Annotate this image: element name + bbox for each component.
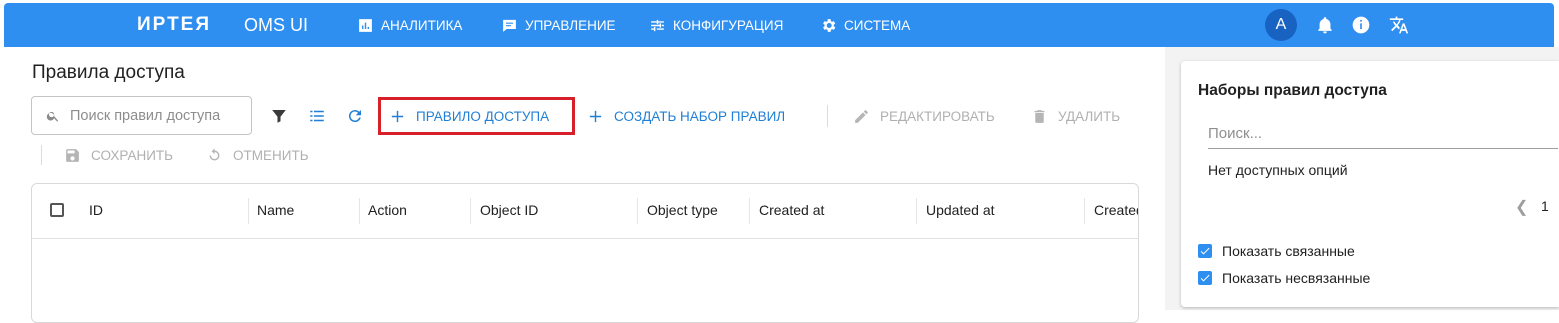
toolbar-divider-2 [41, 145, 42, 165]
toolbar-divider [827, 105, 828, 127]
show-unlinked-option[interactable]: Показать несвязанные [1198, 270, 1370, 286]
create-rule-set-button[interactable]: СОЗДАТЬ НАБОР ПРАВИЛ [587, 108, 785, 125]
gear-icon [823, 19, 836, 32]
column-separator [248, 198, 249, 224]
analytics-icon [359, 19, 372, 32]
plus-icon [589, 110, 602, 123]
management-icon [503, 19, 516, 32]
configuration-icon [651, 19, 664, 32]
show-unlinked-label: Показать несвязанные [1222, 270, 1371, 286]
nav-analytics-label: АНАЛИТИКА [381, 18, 463, 33]
cancel-label: ОТМЕНИТЬ [233, 148, 309, 163]
chevron-left-icon[interactable]: ❮ [1515, 197, 1528, 217]
brand-logo[interactable]: ИРТЕЯ [137, 14, 211, 36]
nav-system-label: СИСТЕМА [844, 18, 911, 33]
column-header-name[interactable]: Name [257, 202, 294, 218]
column-header-created-at[interactable]: Created at [759, 202, 824, 218]
cancel-button[interactable]: ОТМЕНИТЬ [206, 147, 309, 164]
column-header-object-type[interactable]: Object type [647, 202, 718, 218]
checkmark-icon [1200, 247, 1210, 255]
info-icon[interactable] [1351, 15, 1371, 35]
search-input[interactable] [68, 106, 232, 125]
notifications-bell-icon[interactable] [1315, 15, 1335, 35]
save-label: СОХРАНИТЬ [91, 148, 174, 163]
undo-icon [209, 148, 220, 161]
column-header-id[interactable]: ID [89, 202, 103, 218]
column-separator [1084, 198, 1085, 224]
page-title: Правила доступа [32, 62, 185, 83]
column-separator [359, 198, 360, 224]
column-header-action[interactable]: Action [368, 202, 407, 218]
trash-icon [1034, 110, 1045, 123]
access-rules-table: ID Name Action Object ID Object type Cre… [31, 183, 1139, 323]
rule-sets-search-input[interactable] [1208, 125, 1558, 149]
column-header-updated-at[interactable]: Updated at [926, 202, 995, 218]
nav-management[interactable]: УПРАВЛЕНИЕ [501, 17, 616, 34]
column-header-created-by[interactable]: Created by [1094, 202, 1138, 218]
nav-system[interactable]: СИСТЕМА [820, 17, 910, 34]
nav-analytics[interactable]: АНАЛИТИКА [357, 17, 462, 34]
list-view-icon[interactable] [308, 107, 326, 125]
save-button[interactable]: СОХРАНИТЬ [64, 147, 173, 164]
search-icon [46, 111, 59, 122]
delete-button[interactable]: УДАЛИТЬ [1031, 108, 1120, 125]
show-linked-label: Показать связанные [1222, 243, 1355, 259]
page-number[interactable]: 1 [1541, 198, 1549, 214]
nav-management-label: УПРАВЛЕНИЕ [525, 18, 616, 33]
nav-configuration[interactable]: КОНФИГУРАЦИЯ [649, 17, 783, 34]
rule-sets-title: Наборы правил доступа [1198, 82, 1387, 99]
pencil-icon [855, 110, 868, 123]
avatar[interactable]: A [1265, 9, 1297, 41]
column-header-object-id[interactable]: Object ID [480, 202, 538, 218]
edit-label: РЕДАКТИРОВАТЬ [880, 109, 995, 124]
rule-sets-card: Наборы правил доступа Нет доступных опци… [1181, 61, 1559, 307]
empty-options-text: Нет доступных опций [1208, 162, 1348, 178]
floppy-disk-icon [66, 149, 79, 162]
column-separator [749, 198, 750, 224]
checkmark-icon [1200, 274, 1210, 282]
select-all-checkbox[interactable] [50, 203, 64, 217]
refresh-icon[interactable] [346, 107, 364, 125]
top-app-bar: ИРТЕЯ OMS UI АНАЛИТИКА УПРАВЛЕНИЕ КОНФИГ… [4, 3, 1554, 47]
nav-configuration-label: КОНФИГУРАЦИЯ [673, 18, 784, 33]
show-unlinked-checkbox[interactable] [1198, 271, 1212, 285]
create-rule-set-label: СОЗДАТЬ НАБОР ПРАВИЛ [614, 109, 786, 124]
delete-label: УДАЛИТЬ [1058, 109, 1121, 124]
app-name[interactable]: OMS UI [244, 15, 308, 36]
column-separator [916, 198, 917, 224]
column-separator [470, 198, 471, 224]
edit-button[interactable]: РЕДАКТИРОВАТЬ [853, 108, 995, 125]
show-linked-option[interactable]: Показать связанные [1198, 243, 1355, 259]
translate-icon[interactable] [1389, 15, 1409, 35]
column-separator [637, 198, 638, 224]
highlight-box [378, 97, 575, 135]
show-linked-checkbox[interactable] [1198, 244, 1212, 258]
search-box[interactable] [31, 96, 252, 135]
table-header-row: ID Name Action Object ID Object type Cre… [32, 184, 1138, 239]
filter-icon[interactable] [270, 107, 288, 125]
